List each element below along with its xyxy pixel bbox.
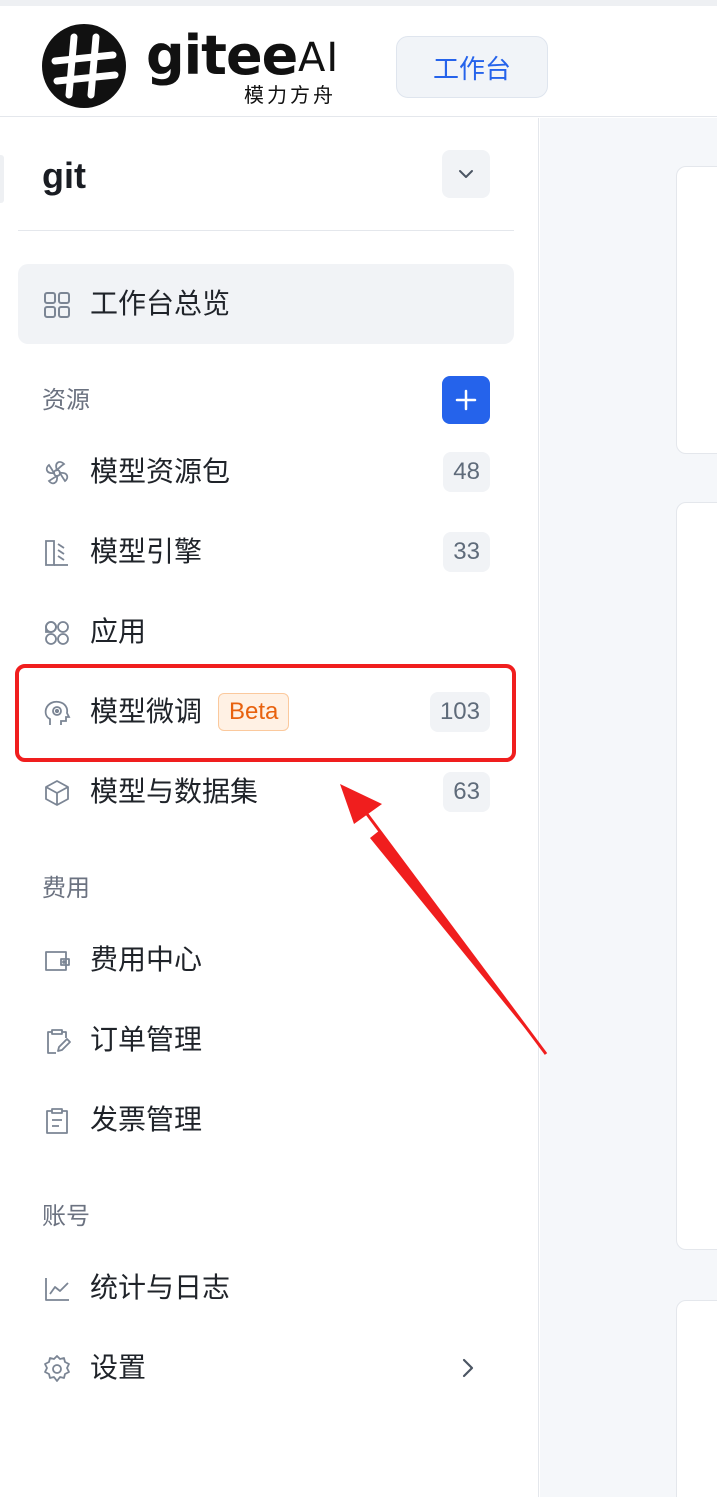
nav-item-model-engine[interactable]: 模型引擎 33: [18, 512, 514, 592]
clipboard-edit-icon: [47, 1029, 71, 1054]
workspace-name: git: [42, 155, 86, 196]
dashboard-icon: [44, 292, 70, 318]
sidebar-edge-handle[interactable]: [0, 155, 4, 203]
nav-item-model-packages[interactable]: 模型资源包 48: [18, 432, 514, 512]
nav-label: 发票管理: [90, 1104, 203, 1135]
section-billing: 费用: [42, 875, 90, 902]
nav-label: 工作台总览: [90, 288, 231, 319]
nav-item-apps[interactable]: 应用: [18, 592, 514, 672]
logo-wordmark: gitee: [146, 24, 298, 87]
nav-label: 模型与数据集: [90, 776, 259, 807]
chevron-right-icon: [462, 1358, 474, 1378]
workbench-button[interactable]: 工作台: [396, 36, 548, 98]
engine-icon: [45, 540, 68, 566]
logo-subtitle: 模力方舟: [244, 83, 336, 107]
gear-icon: [44, 1355, 70, 1382]
nav-item-overview[interactable]: 工作台总览: [18, 264, 514, 344]
count-badge: 33: [443, 532, 490, 572]
content-card: [676, 166, 717, 454]
nav-item-stats-logs[interactable]: 统计与日志: [18, 1248, 514, 1328]
apps-icon: [45, 621, 69, 645]
gitee-logo-icon[interactable]: [41, 23, 127, 109]
nav-label: 订单管理: [90, 1024, 203, 1055]
workspace-switch-button[interactable]: [442, 150, 490, 198]
nav-label: 模型引擎: [90, 536, 203, 567]
fan-icon: [45, 461, 69, 485]
section-resources: 资源: [42, 387, 90, 414]
add-resource-button[interactable]: [442, 376, 490, 424]
logo-ai: AI: [298, 35, 340, 81]
chevron-down-icon: [459, 170, 473, 178]
annotation-arrow: [340, 784, 548, 1055]
nav-label: 应用: [90, 616, 147, 647]
nav-label: 统计与日志: [90, 1272, 231, 1303]
nav-label: 费用中心: [90, 944, 203, 975]
count-badge: 48: [443, 452, 490, 492]
plus-icon: [455, 389, 477, 411]
app-header: gitee AI 模力方舟 工作台: [0, 6, 717, 117]
nav-item-settings[interactable]: 设置: [18, 1328, 514, 1408]
content-card: [676, 502, 717, 1250]
divider: [18, 230, 514, 231]
wallet-icon: [45, 951, 70, 971]
content-card: [676, 1300, 717, 1497]
nav-label: 模型资源包: [90, 456, 231, 487]
clipboard-list-icon: [46, 1108, 68, 1134]
highlight-box: [15, 664, 516, 762]
nav-label: 设置: [90, 1352, 147, 1383]
nav-item-invoices[interactable]: 发票管理: [18, 1080, 514, 1160]
section-account: 账号: [42, 1203, 90, 1230]
cube-icon: [45, 780, 69, 806]
chart-icon: [45, 1278, 69, 1301]
